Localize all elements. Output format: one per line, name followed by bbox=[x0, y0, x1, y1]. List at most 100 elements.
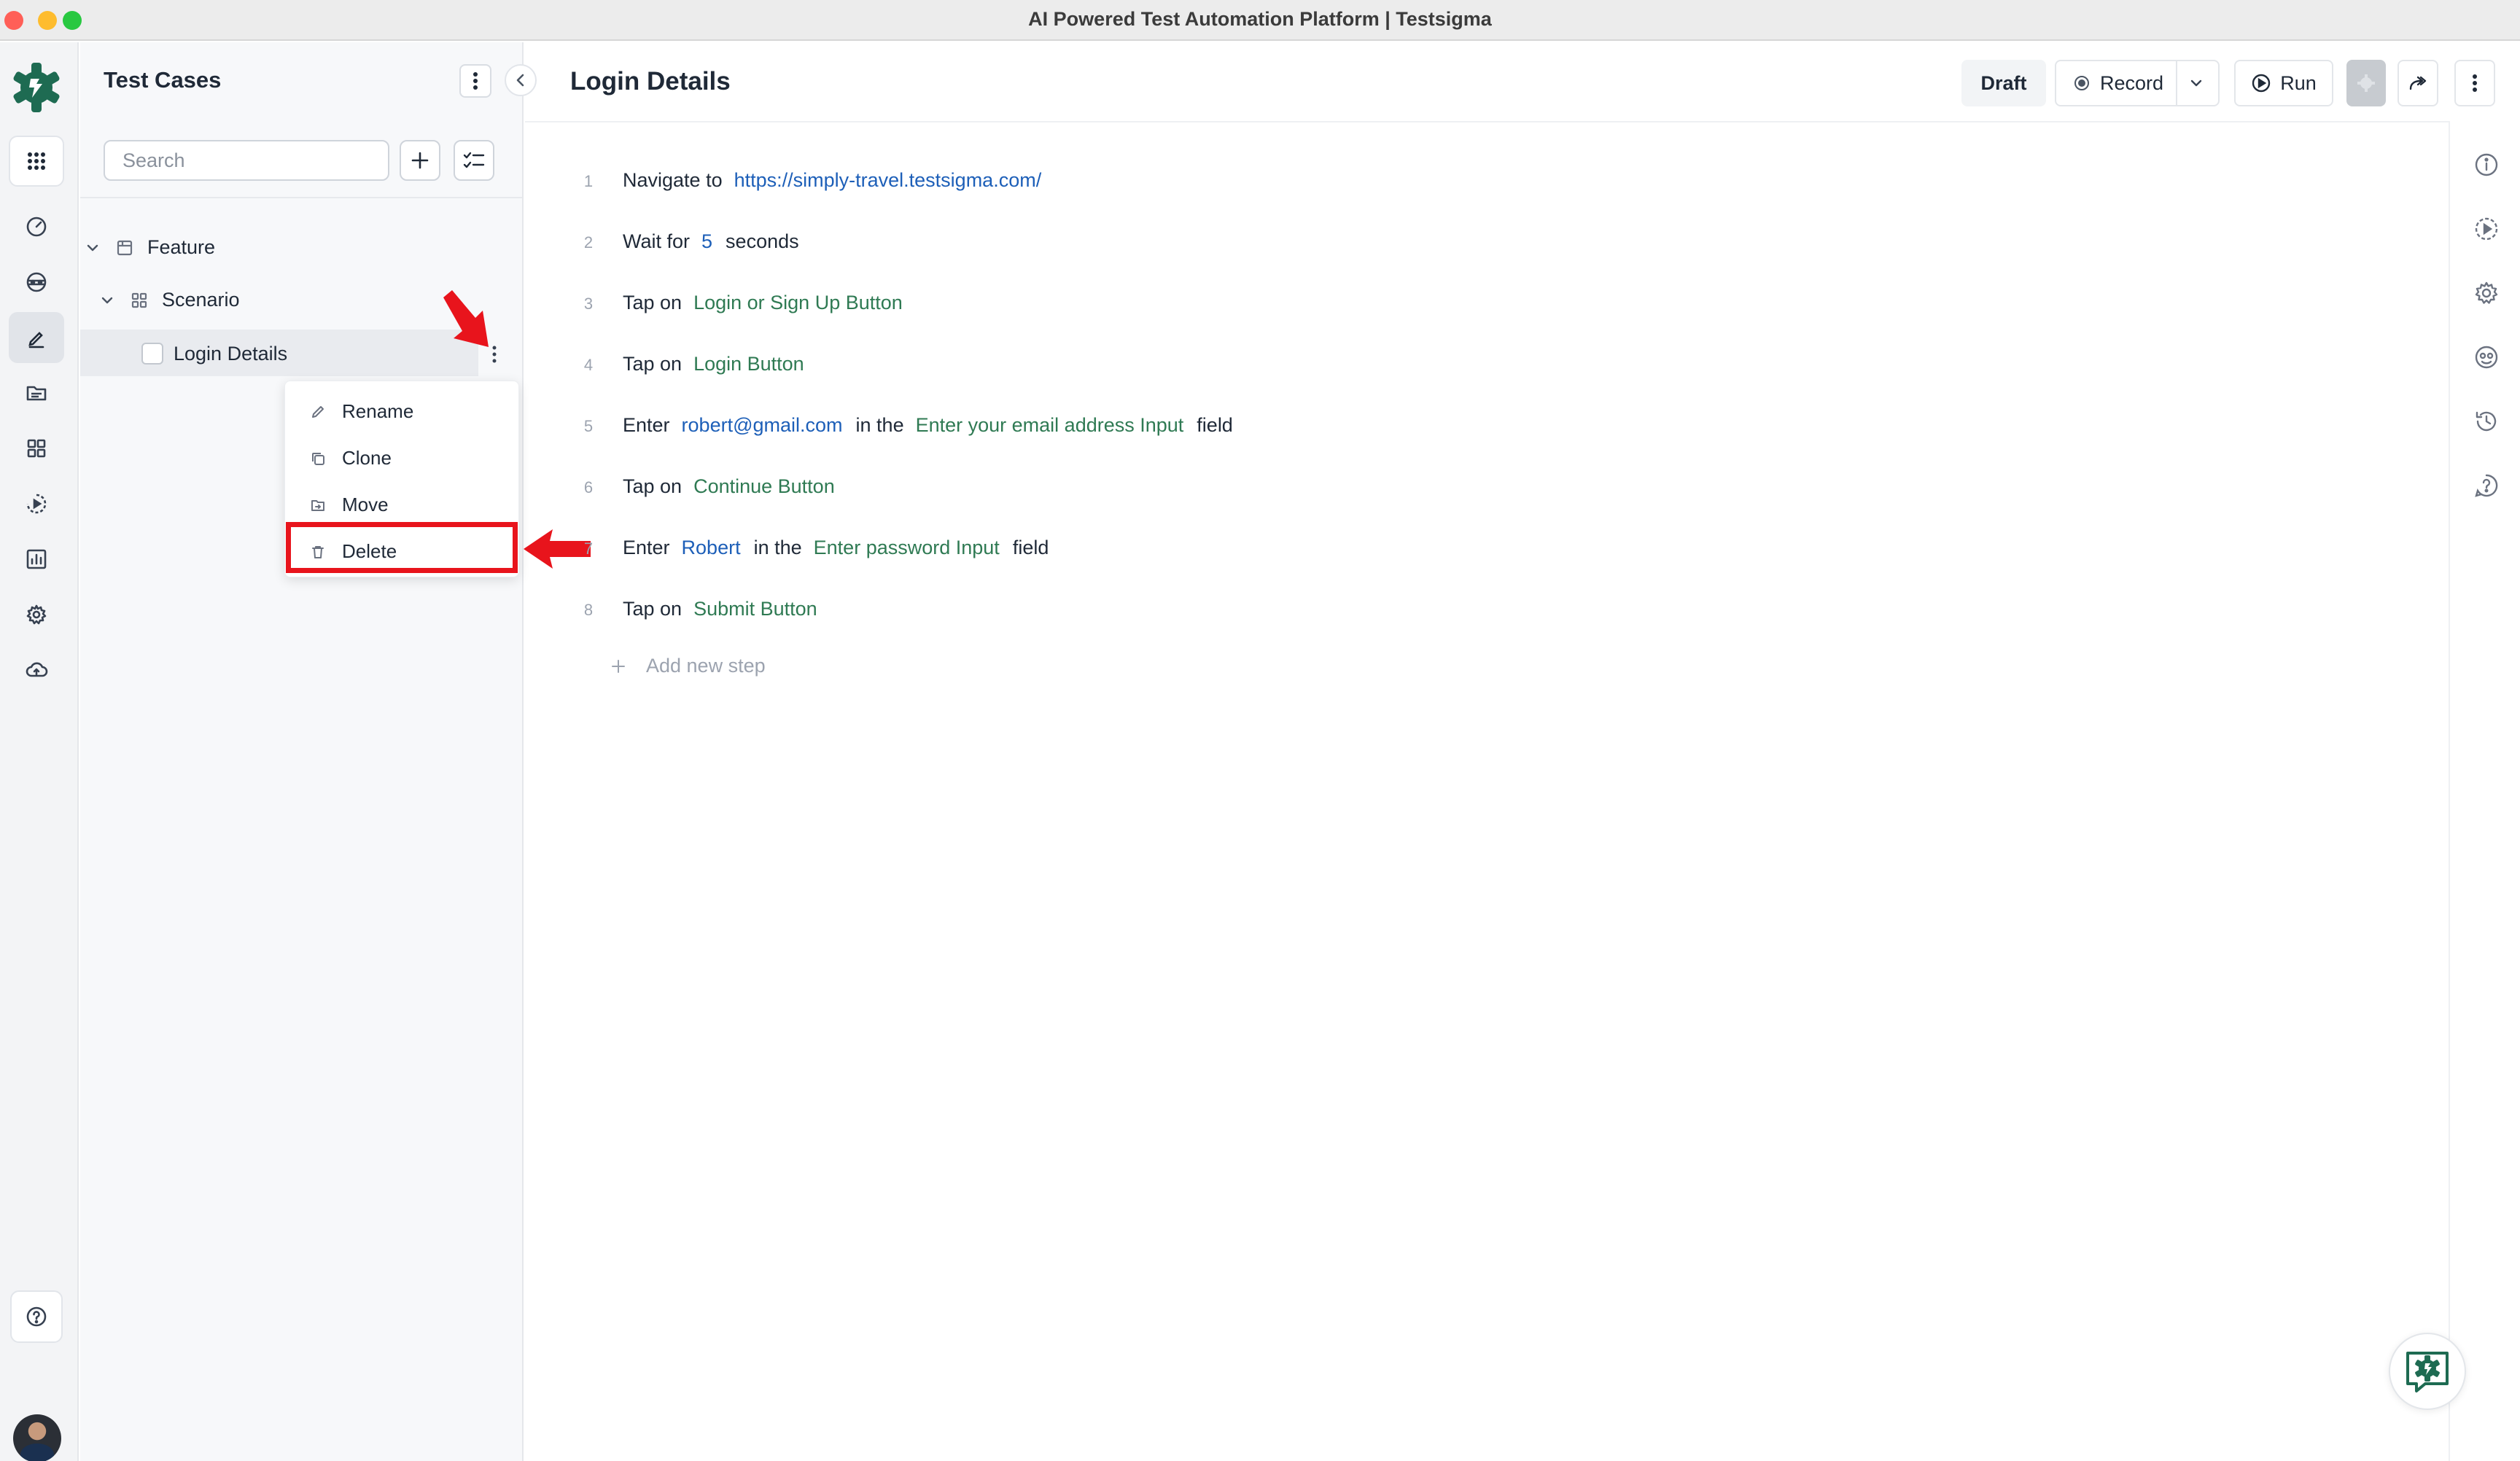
run-history-play-icon[interactable] bbox=[2473, 216, 2500, 242]
step-keyword: field bbox=[1197, 414, 1233, 436]
step-number: 7 bbox=[583, 539, 594, 558]
test-case-checkbox[interactable] bbox=[141, 343, 163, 365]
step-keyword: Wait for bbox=[623, 230, 691, 252]
run-results-icon[interactable] bbox=[9, 478, 64, 529]
record-dot-icon bbox=[2074, 76, 2089, 90]
delete-highlight-box bbox=[286, 522, 518, 573]
step-keyword: Tap on bbox=[623, 292, 682, 313]
step-test-data[interactable]: 5 bbox=[701, 230, 712, 253]
step-number: 4 bbox=[583, 356, 594, 374]
step-element[interactable]: Submit Button bbox=[693, 598, 817, 620]
chevron-down-icon[interactable] bbox=[85, 240, 101, 256]
test-step-row[interactable]: 4 Tap on Login Button bbox=[554, 353, 817, 375]
step-keyword: field bbox=[1012, 537, 1049, 558]
step-number: 2 bbox=[583, 233, 594, 252]
feature-icon bbox=[117, 240, 133, 255]
status-badge: Draft bbox=[1961, 60, 2046, 106]
ai-agent-icon[interactable] bbox=[2346, 60, 2386, 106]
left-nav-rail bbox=[0, 42, 79, 1461]
step-test-data[interactable]: robert@gmail.com bbox=[682, 414, 843, 437]
run-button[interactable]: Run bbox=[2234, 60, 2333, 106]
step-element[interactable]: Continue Button bbox=[693, 475, 835, 498]
tree-item-scenario[interactable]: Scenario bbox=[99, 289, 240, 311]
test-suites-folder-icon[interactable] bbox=[9, 367, 64, 418]
tree-item-label: Login Details bbox=[174, 343, 288, 365]
page-title: Login Details bbox=[570, 67, 731, 96]
step-element[interactable]: Enter password Input bbox=[814, 537, 1000, 559]
testsigma-logo-icon[interactable] bbox=[10, 61, 63, 114]
step-keyword: Navigate to bbox=[623, 169, 723, 191]
test-step-row[interactable]: 5 Enter robert@gmail.com in the Enter your e… bbox=[554, 414, 1245, 437]
cloud-upload-icon[interactable] bbox=[9, 644, 64, 696]
panel-more-options-icon[interactable] bbox=[459, 64, 491, 98]
info-icon[interactable] bbox=[2473, 152, 2500, 178]
test-step-row[interactable]: 3 Tap on Login or Sign Up Button bbox=[554, 292, 916, 314]
step-test-data[interactable]: https://simply-travel.testsigma.com/ bbox=[734, 169, 1042, 192]
step-keyword: seconds bbox=[726, 230, 799, 252]
step-number: 5 bbox=[583, 417, 594, 435]
settings-gear-icon[interactable] bbox=[9, 589, 64, 640]
step-keyword: Tap on bbox=[623, 353, 682, 375]
chevron-down-icon[interactable] bbox=[99, 292, 115, 308]
record-label: Record bbox=[2100, 71, 2164, 94]
test-step-row[interactable]: 7 Enter Robert in the Enter password Input fi… bbox=[554, 537, 1060, 559]
step-keyword: in the bbox=[855, 414, 904, 436]
tree-item-feature[interactable]: Feature bbox=[85, 236, 215, 259]
record-dropdown-chevron-down-icon[interactable] bbox=[2188, 74, 2205, 92]
test-data-icon[interactable] bbox=[9, 257, 64, 308]
plus-icon bbox=[612, 659, 625, 673]
collapse-panel-chevron-left-icon[interactable] bbox=[505, 64, 537, 96]
help-question-icon[interactable] bbox=[10, 1290, 63, 1343]
dashboard-gauge-icon[interactable] bbox=[9, 201, 64, 252]
more-options-icon[interactable] bbox=[2454, 60, 2495, 106]
step-number: 8 bbox=[583, 601, 594, 619]
play-circle-icon bbox=[2252, 74, 2271, 93]
apps-grid-icon[interactable] bbox=[9, 136, 64, 187]
share-forward-icon[interactable] bbox=[2398, 60, 2438, 106]
menu-item-clone[interactable]: Clone bbox=[310, 447, 392, 470]
add-new-step-label: Add new step bbox=[646, 655, 766, 677]
test-step-row[interactable]: 6 Tap on Continue Button bbox=[554, 475, 848, 498]
pencil-icon bbox=[312, 405, 324, 418]
menu-item-rename[interactable]: Rename bbox=[310, 400, 413, 423]
test-cases-panel: Test Cases Feature Scenario bbox=[80, 42, 537, 1461]
ai-assistant-icon[interactable] bbox=[2389, 1333, 2466, 1410]
step-keyword: Enter bbox=[623, 414, 670, 436]
reports-chart-icon[interactable] bbox=[9, 534, 64, 585]
menu-item-label: Clone bbox=[342, 447, 392, 469]
run-label: Run bbox=[2280, 71, 2317, 94]
elements-grid-icon[interactable] bbox=[9, 423, 64, 474]
help-question-icon[interactable] bbox=[2473, 472, 2500, 499]
step-element[interactable]: Enter your email address Input bbox=[916, 414, 1184, 437]
tree-item-login-details[interactable]: Login Details bbox=[80, 330, 478, 376]
step-keyword: Tap on bbox=[623, 475, 682, 497]
test-data-profile-icon[interactable] bbox=[2473, 344, 2500, 370]
tree-item-label: Scenario bbox=[162, 289, 240, 311]
test-step-row[interactable]: 2 Wait for 5 seconds bbox=[554, 230, 811, 253]
menu-item-label: Move bbox=[342, 494, 389, 515]
settings-gear-icon[interactable] bbox=[2473, 280, 2500, 306]
search-input[interactable] bbox=[104, 140, 389, 181]
step-keyword: Enter bbox=[623, 537, 670, 558]
add-test-case-button[interactable] bbox=[400, 140, 440, 181]
test-cases-pencil-icon[interactable] bbox=[9, 312, 64, 363]
test-step-row[interactable]: 8 Tap on Submit Button bbox=[554, 598, 831, 620]
panel-title: Test Cases bbox=[104, 67, 222, 93]
scenario-icon bbox=[131, 292, 147, 308]
copy-icon bbox=[312, 452, 324, 465]
user-avatar[interactable] bbox=[13, 1414, 61, 1461]
bulk-select-checklist-icon[interactable] bbox=[454, 140, 494, 181]
add-new-step-button[interactable]: Add new step bbox=[610, 655, 766, 677]
step-keyword: Tap on bbox=[623, 598, 682, 620]
window-title: AI Powered Test Automation Platform | Te… bbox=[1028, 8, 1492, 30]
history-icon[interactable] bbox=[2473, 408, 2500, 435]
menu-item-move[interactable]: Move bbox=[310, 494, 389, 516]
record-button[interactable]: Record bbox=[2055, 60, 2220, 106]
step-keyword: in the bbox=[753, 537, 802, 558]
step-number: 6 bbox=[583, 478, 594, 496]
step-element[interactable]: Login Button bbox=[693, 353, 804, 375]
step-test-data[interactable]: Robert bbox=[682, 537, 741, 559]
step-element[interactable]: Login or Sign Up Button bbox=[693, 292, 903, 314]
tree-item-label: Feature bbox=[147, 236, 216, 258]
test-step-row[interactable]: 1 Navigate to https://simply-travel.testsi… bbox=[554, 169, 1054, 192]
